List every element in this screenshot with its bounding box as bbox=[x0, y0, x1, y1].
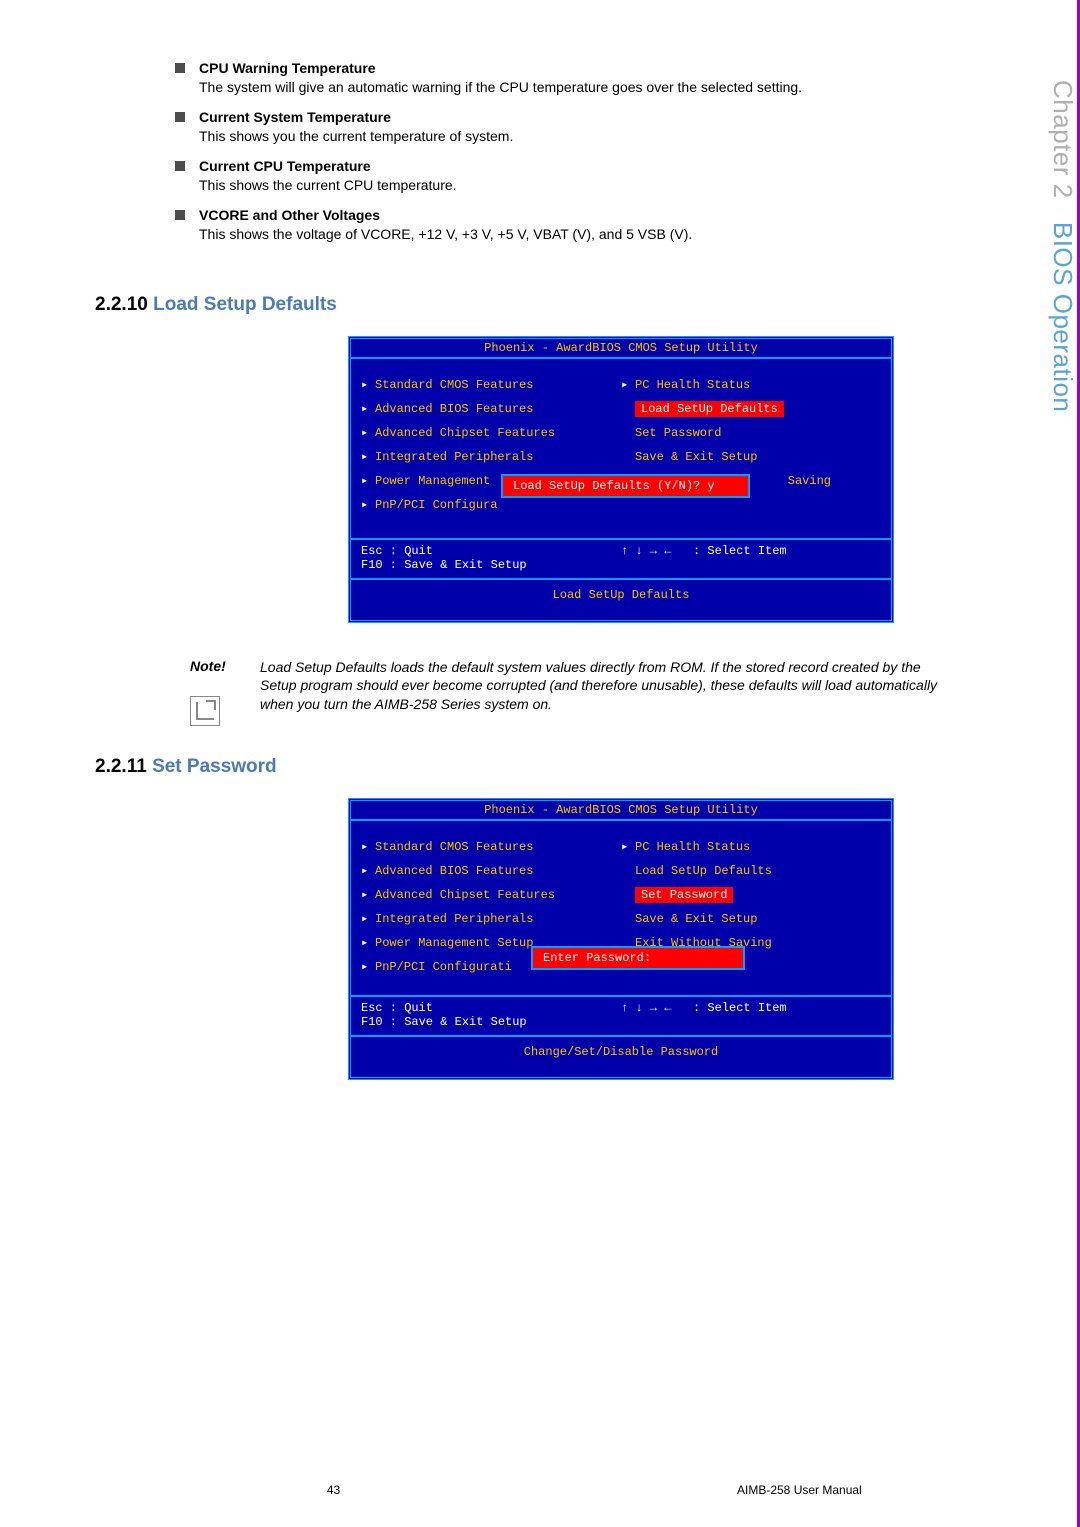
bios-screenshot: Phoenix - AwardBIOS CMOS Setup Utility ▸… bbox=[348, 798, 894, 1080]
section-title: Load Setup Defaults bbox=[153, 294, 337, 315]
help-key: F10 : Save & Exit Setup bbox=[361, 558, 621, 572]
help-key: Esc : Quit bbox=[361, 544, 621, 558]
menu-item: Standard CMOS Features bbox=[375, 840, 533, 854]
bullet-title: Current CPU Temperature bbox=[199, 158, 947, 174]
bios-title: Phoenix - AwardBIOS CMOS Setup Utility bbox=[351, 801, 891, 819]
menu-item: Integrated Peripherals bbox=[375, 450, 533, 464]
help-key: ↑ ↓ → ← : Select Item bbox=[621, 544, 881, 558]
page-number: 43 bbox=[0, 1483, 667, 1497]
dialog-text: Enter Password: bbox=[543, 951, 651, 965]
menu-arrow-icon: ▸ bbox=[361, 377, 375, 392]
menu-item: PC Health Status bbox=[635, 840, 750, 854]
help-key: F10 : Save & Exit Setup bbox=[361, 1015, 621, 1029]
menu-item: Load SetUp Defaults bbox=[635, 864, 772, 878]
bullet-list: CPU Warning Temperature The system will … bbox=[175, 60, 947, 254]
menu-item: Advanced BIOS Features bbox=[375, 864, 533, 878]
bios-screenshot: Phoenix - AwardBIOS CMOS Setup Utility ▸… bbox=[348, 336, 894, 623]
menu-arrow-icon: ▸ bbox=[361, 401, 375, 416]
note-label: Note! bbox=[190, 658, 250, 674]
menu-arrow-icon: ▸ bbox=[621, 839, 635, 854]
menu-item-selected: Load SetUp Defaults bbox=[635, 401, 784, 417]
chapter-label: Chapter 2 bbox=[1048, 80, 1078, 199]
bios-help-bar: Esc : Quit ↑ ↓ → ← : Select Item F10 : S… bbox=[351, 538, 891, 578]
dialog-text: Load SetUp Defaults (Y/N)? y bbox=[513, 479, 715, 493]
help-key: Esc : Quit bbox=[361, 1001, 621, 1015]
menu-item: Advanced Chipset Features bbox=[375, 888, 555, 902]
menu-item: Standard CMOS Features bbox=[375, 378, 533, 392]
help-key: ↑ ↓ → ← : Select Item bbox=[621, 1001, 881, 1015]
menu-arrow-icon: ▸ bbox=[361, 473, 375, 488]
menu-item: Saving bbox=[788, 474, 831, 488]
bullet-desc: This shows the voltage of VCORE, +12 V, … bbox=[199, 225, 947, 244]
menu-item-selected: Set Password bbox=[635, 887, 733, 903]
menu-arrow-icon: ▸ bbox=[361, 449, 375, 464]
menu-arrow-icon: ▸ bbox=[361, 839, 375, 854]
bullet-item: Current System Temperature This shows yo… bbox=[175, 109, 947, 156]
bios-title: Phoenix - AwardBIOS CMOS Setup Utility bbox=[351, 339, 891, 357]
menu-arrow-icon: ▸ bbox=[621, 377, 635, 392]
bullet-title: VCORE and Other Voltages bbox=[199, 207, 947, 223]
document-page: Chapter 2 BIOS Operation CPU Warning Tem… bbox=[0, 0, 1080, 1527]
menu-item: PnP/PCI Configura bbox=[375, 498, 497, 512]
bullet-title: CPU Warning Temperature bbox=[199, 60, 947, 76]
bullet-desc: The system will give an automatic warnin… bbox=[199, 78, 947, 97]
menu-arrow-icon: ▸ bbox=[361, 887, 375, 902]
bullet-item: CPU Warning Temperature The system will … bbox=[175, 60, 947, 107]
menu-arrow-icon: ▸ bbox=[361, 935, 375, 950]
bullet-desc: This shows the current CPU temperature. bbox=[199, 176, 947, 195]
menu-arrow-icon: ▸ bbox=[361, 959, 375, 974]
menu-item: PC Health Status bbox=[635, 378, 750, 392]
section-number: 2.2.10 bbox=[95, 294, 148, 315]
square-bullet-icon bbox=[175, 210, 185, 220]
chapter-title: BIOS Operation bbox=[1048, 222, 1078, 413]
note-block: Note! Load Setup Defaults loads the defa… bbox=[190, 658, 957, 726]
menu-item: Power Management bbox=[375, 474, 490, 488]
section-number: 2.2.11 bbox=[95, 756, 147, 777]
menu-arrow-icon: ▸ bbox=[361, 911, 375, 926]
bullet-title: Current System Temperature bbox=[199, 109, 947, 125]
bios-main-menu: ▸Standard CMOS Features ▸Advanced BIOS F… bbox=[351, 357, 891, 538]
menu-item: Advanced Chipset Features bbox=[375, 426, 555, 440]
section-heading: 2.2.11 Set Password bbox=[95, 756, 1037, 778]
square-bullet-icon bbox=[175, 63, 185, 73]
confirm-dialog: Load SetUp Defaults (Y/N)? y bbox=[501, 474, 750, 498]
menu-item: Integrated Peripherals bbox=[375, 912, 533, 926]
bios-help-bar: Esc : Quit ↑ ↓ → ← : Select Item F10 : S… bbox=[351, 995, 891, 1035]
menu-item: Save & Exit Setup bbox=[635, 450, 757, 464]
menu-arrow-icon: ▸ bbox=[361, 425, 375, 440]
menu-arrow-icon: ▸ bbox=[361, 497, 375, 512]
menu-item: Save & Exit Setup bbox=[635, 912, 757, 926]
chapter-side-tab: Chapter 2 BIOS Operation bbox=[1047, 80, 1078, 412]
note-icon bbox=[190, 696, 220, 726]
menu-item: PnP/PCI Configurati bbox=[375, 960, 512, 974]
note-text: Load Setup Defaults loads the default sy… bbox=[260, 658, 957, 715]
bullet-desc: This shows you the current temperature o… bbox=[199, 127, 947, 146]
doc-title: AIMB-258 User Manual bbox=[667, 1483, 1077, 1497]
menu-item: Power Management Setup bbox=[375, 936, 533, 950]
bullet-item: Current CPU Temperature This shows the c… bbox=[175, 158, 947, 205]
square-bullet-icon bbox=[175, 161, 185, 171]
menu-item: Advanced BIOS Features bbox=[375, 402, 533, 416]
menu-item: Set Password bbox=[635, 426, 721, 440]
bios-footer: Change/Set/Disable Password bbox=[351, 1035, 891, 1077]
bios-main-menu: ▸Standard CMOS Features ▸Advanced BIOS F… bbox=[351, 819, 891, 995]
bullet-item: VCORE and Other Voltages This shows the … bbox=[175, 207, 947, 254]
square-bullet-icon bbox=[175, 112, 185, 122]
menu-arrow-icon: ▸ bbox=[361, 863, 375, 878]
password-dialog: Enter Password: bbox=[531, 946, 745, 970]
bios-footer: Load SetUp Defaults bbox=[351, 578, 891, 620]
page-footer: 43 AIMB-258 User Manual bbox=[0, 1483, 1077, 1497]
section-heading: 2.2.10 Load Setup Defaults bbox=[95, 294, 1037, 316]
section-title: Set Password bbox=[152, 756, 277, 777]
